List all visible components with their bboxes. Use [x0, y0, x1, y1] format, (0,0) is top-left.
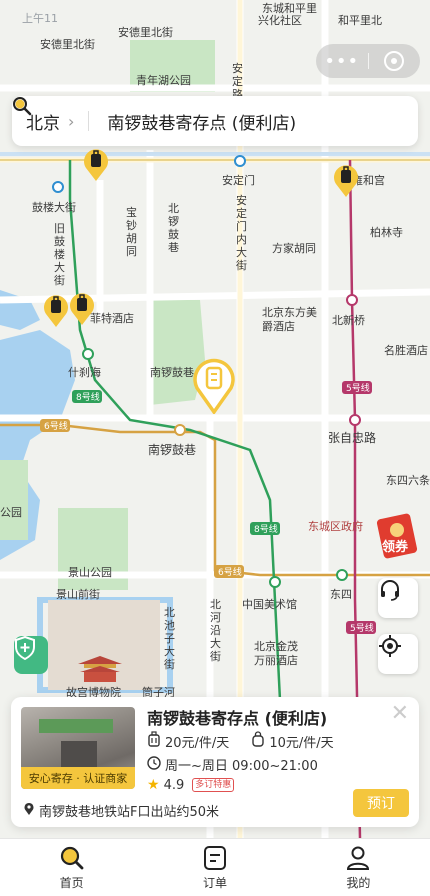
storage-title: 南锣鼓巷寄存点 (便利店) — [147, 709, 328, 728]
label-jinmao: 北京金茂万丽酒店 — [254, 640, 298, 667]
price-large-luggage: 20元/件/天 — [165, 735, 230, 751]
coupon-button[interactable]: 领券 — [376, 510, 430, 562]
star-icon: ★ — [147, 777, 160, 793]
label-gulou-street: 鼓楼大街 — [32, 201, 76, 214]
label-anding-inner: 安定门内大街 — [236, 194, 247, 272]
tab-profile-label: 我的 — [346, 876, 371, 890]
locker-pin-icon[interactable] — [82, 146, 110, 182]
storage-detail-card[interactable]: 安心寄存 · 认证商家 南锣鼓巷寄存点 (便利店) ✕ 20元/件/天 10元/… — [11, 697, 419, 827]
customer-service-button[interactable] — [378, 578, 418, 618]
label-nanluoguxiang-place: 南锣鼓巷 — [150, 366, 194, 379]
bottom-tab-bar: 首页 订单 我的 — [0, 838, 430, 896]
line5-badge-1: 5号线 — [346, 384, 370, 394]
label-berlin-temple: 柏林寺 — [370, 226, 403, 239]
label-china-art: 中国美术馆 — [242, 598, 297, 611]
line8-badge-2: 8号线 — [254, 525, 278, 535]
search-bar[interactable]: 北京 › 南锣鼓巷寄存点 (便利店) — [12, 96, 418, 146]
label-jingshan: 景山公园 — [68, 566, 112, 579]
label-east-hotel: 北京东方美爵酒店 — [262, 306, 317, 333]
more-menu-icon[interactable]: ••• — [316, 51, 368, 72]
label-beiheyan: 北河沿大街 — [210, 598, 221, 663]
label-anding-gate: 安定门 — [222, 174, 255, 187]
locker-pin-icon[interactable] — [68, 290, 96, 326]
label-feite-hotel: 菲特酒店 — [90, 312, 134, 325]
label-hepingli-north: 和平里北 — [338, 14, 382, 27]
search-divider — [88, 111, 90, 131]
close-miniapp-icon[interactable] — [368, 51, 420, 71]
certified-tag: 安心寄存 · 认证商家 — [21, 767, 135, 789]
chevron-right-icon[interactable]: › — [68, 112, 74, 131]
status-time: 上午11 — [22, 12, 58, 25]
label-andeli-north-2: 安德里北街 — [118, 26, 173, 39]
label-mingsheng: 名胜酒店 — [384, 344, 428, 357]
label-nanluoguxiang-station: 南锣鼓巷 — [148, 443, 197, 457]
tab-profile[interactable]: 我的 — [287, 839, 430, 896]
suitcase-icon — [147, 731, 161, 751]
coupon-label: 领券 — [382, 540, 409, 555]
label-jiugulou: 旧鼓楼大街 — [54, 222, 65, 287]
clock-icon — [147, 755, 161, 774]
tab-home[interactable]: 首页 — [0, 839, 143, 896]
rating-value: 4.9 — [163, 777, 185, 793]
line6-badge-1: 6号线 — [44, 422, 68, 432]
label-dongsi-six: 东四六条 — [386, 474, 430, 487]
tab-orders-label: 订单 — [202, 876, 227, 890]
locate-me-button[interactable] — [378, 634, 418, 674]
address-text: 南锣鼓巷地铁站F口出站约50米 — [39, 805, 220, 820]
label-jingshan-front: 景山前街 — [56, 588, 100, 601]
label-baichao: 宝钞胡同 — [126, 206, 137, 258]
line6-badge-2: 6号线 — [218, 568, 242, 578]
selected-locker-pin-icon[interactable] — [192, 356, 236, 414]
location-pin-icon — [23, 802, 35, 820]
book-button[interactable]: 预订 — [353, 789, 409, 817]
label-beixinqiao: 北新桥 — [332, 314, 365, 327]
search-icon — [59, 845, 85, 871]
label-beichizi: 北池子大街 — [164, 606, 175, 671]
label-qingnianhu: 青年湖公园 — [136, 74, 191, 87]
store-sign — [39, 719, 113, 733]
label-shichahai: 什刹海 — [68, 366, 101, 379]
label-zhangzizhong: 张自忠路 — [328, 431, 377, 445]
bag-icon — [251, 731, 265, 751]
label-fangjia: 方家胡同 — [272, 242, 316, 255]
locker-pin-icon[interactable] — [42, 292, 70, 328]
label-dongsi: 东四 — [330, 588, 352, 601]
address-row: 南锣鼓巷地铁站F口出站约50米 — [23, 801, 219, 820]
label-park-left: 公园 — [0, 506, 22, 519]
locker-pin-icon[interactable] — [332, 162, 360, 198]
label-dongcheng-gov: 东城区政府 — [308, 520, 363, 533]
palace-museum-icon — [76, 654, 124, 682]
insurance-shield-button[interactable] — [14, 636, 48, 674]
user-icon — [345, 845, 371, 871]
line5-badge-2: 5号线 — [350, 624, 374, 634]
price-small-luggage: 10元/件/天 — [269, 735, 334, 751]
label-andeli-north: 安德里北街 — [40, 38, 95, 51]
tab-home-label: 首页 — [59, 876, 84, 890]
rating-row: ★ 4.9 多订特惠 — [147, 777, 235, 793]
close-card-icon[interactable]: ✕ — [391, 701, 409, 726]
hours-row: 周一~周日 09:00~21:00 — [147, 755, 318, 774]
line8-badge-1: 8号线 — [76, 393, 100, 403]
opening-hours: 周一~周日 09:00~21:00 — [165, 759, 318, 774]
discount-badge: 多订特惠 — [192, 778, 235, 792]
search-query[interactable]: 南锣鼓巷寄存点 (便利店) — [107, 109, 296, 134]
label-xinghua: 兴化社区 — [258, 14, 302, 27]
price-row: 20元/件/天 10元/件/天 — [147, 731, 334, 751]
tab-orders[interactable]: 订单 — [143, 839, 286, 896]
miniapp-capsule: ••• — [316, 44, 420, 78]
order-list-icon — [202, 845, 228, 871]
label-beiluoguxiang: 北锣鼓巷 — [168, 202, 179, 254]
